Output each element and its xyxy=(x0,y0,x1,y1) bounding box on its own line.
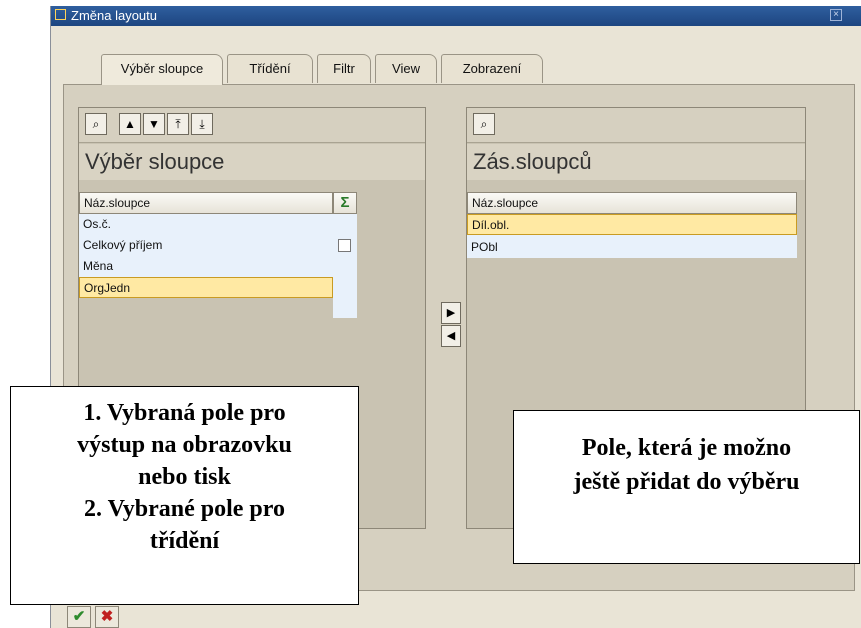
confirm-icon[interactable]: ✔ xyxy=(67,606,91,628)
sum-column xyxy=(333,214,357,318)
list-item[interactable]: Os.č. xyxy=(79,214,333,235)
arrow-right-icon[interactable]: ▶ xyxy=(441,302,461,324)
available-columns-list: Díl.obl. PObl xyxy=(467,214,797,258)
arrow-left-icon[interactable]: ◀ xyxy=(441,325,461,347)
window-icon xyxy=(55,9,66,20)
left-panel-title: Výběr sloupce xyxy=(79,144,425,180)
left-callout: 1. Vybraná pole pro výstup na obrazovku … xyxy=(10,386,359,605)
dialog-title: Změna layoutu xyxy=(71,8,157,23)
total-checkbox[interactable] xyxy=(338,239,351,252)
tab-view[interactable]: View xyxy=(375,54,437,83)
close-icon[interactable]: × xyxy=(830,9,842,21)
sum-column-header[interactable]: Σ xyxy=(333,192,357,214)
dialog-titlebar: Změna layoutu × xyxy=(51,6,861,26)
right-toolbar: ⌕ xyxy=(467,108,805,143)
tab-display[interactable]: Zobrazení xyxy=(441,54,543,83)
tab-filter[interactable]: Filtr xyxy=(317,54,371,83)
find-icon[interactable]: ⌕ xyxy=(85,113,107,135)
tab-sorting[interactable]: Třídění xyxy=(227,54,313,83)
cancel-icon[interactable]: ✖ xyxy=(95,606,119,628)
list-item-selected[interactable]: Díl.obl. xyxy=(467,214,797,235)
list-item[interactable]: PObl xyxy=(467,237,797,258)
column-name-header[interactable]: Náz.sloupce xyxy=(79,192,333,214)
callout-line: 2. Vybrané pole pro xyxy=(84,496,285,522)
list-item-selected[interactable]: OrgJedn xyxy=(79,277,333,298)
callout-line: třídění xyxy=(149,528,220,554)
move-bottom-icon[interactable]: ⤓ xyxy=(191,113,213,135)
move-up-icon[interactable]: ▲ xyxy=(119,113,141,135)
callout-line: nebo tisk xyxy=(138,464,231,490)
move-down-icon[interactable]: ▼ xyxy=(143,113,165,135)
callout-line: výstup na obrazovku xyxy=(77,432,292,458)
find-icon[interactable]: ⌕ xyxy=(473,113,495,135)
right-panel-title: Zás.sloupců xyxy=(467,144,805,180)
selected-columns-list: Os.č. Celkový příjem Měna OrgJedn xyxy=(79,214,333,298)
list-item[interactable]: Celkový příjem xyxy=(79,235,333,256)
callout-line: 1. Vybraná pole pro xyxy=(83,400,286,426)
move-top-icon[interactable]: ⤒ xyxy=(167,113,189,135)
tab-column-selection[interactable]: Výběr sloupce xyxy=(101,54,223,85)
left-toolbar: ⌕ ▲ ▼ ⤒ ⤓ xyxy=(79,108,425,143)
right-callout: Pole, která je možno ještě přidat do výb… xyxy=(513,410,860,564)
callout-line: Pole, která je možno xyxy=(581,435,792,461)
list-item[interactable]: Měna xyxy=(79,256,333,277)
sum-icon: Σ xyxy=(340,194,350,211)
callout-line: ještě přidat do výběru xyxy=(573,469,800,495)
column-name-header[interactable]: Náz.sloupce xyxy=(467,192,797,214)
